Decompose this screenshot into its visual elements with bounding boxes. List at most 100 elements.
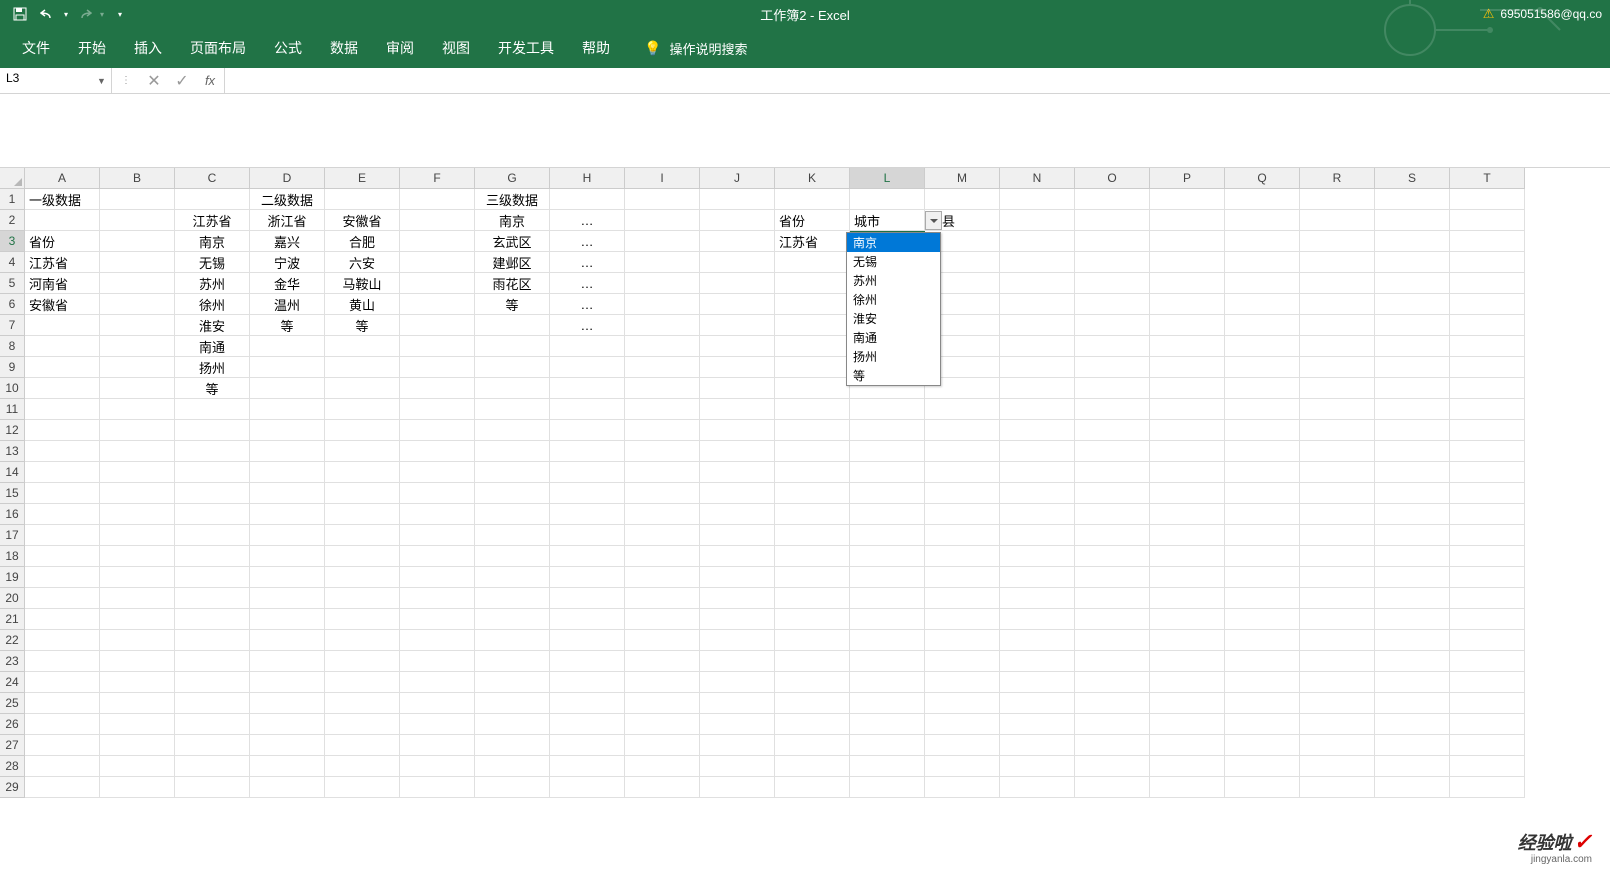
cell-Q16[interactable] bbox=[1225, 504, 1300, 525]
cell-O12[interactable] bbox=[1075, 420, 1150, 441]
cell-D13[interactable] bbox=[250, 441, 325, 462]
cell-S2[interactable] bbox=[1375, 210, 1450, 231]
column-header-S[interactable]: S bbox=[1375, 168, 1450, 189]
cell-J23[interactable] bbox=[700, 651, 775, 672]
cell-S10[interactable] bbox=[1375, 378, 1450, 399]
cell-C1[interactable] bbox=[175, 189, 250, 210]
row-header-21[interactable]: 21 bbox=[0, 609, 25, 630]
cell-K11[interactable] bbox=[775, 399, 850, 420]
row-header-18[interactable]: 18 bbox=[0, 546, 25, 567]
row-header-6[interactable]: 6 bbox=[0, 294, 25, 315]
cell-B27[interactable] bbox=[100, 735, 175, 756]
cell-O22[interactable] bbox=[1075, 630, 1150, 651]
cell-T5[interactable] bbox=[1450, 273, 1525, 294]
cell-S18[interactable] bbox=[1375, 546, 1450, 567]
cell-M15[interactable] bbox=[925, 483, 1000, 504]
cell-T15[interactable] bbox=[1450, 483, 1525, 504]
cell-C13[interactable] bbox=[175, 441, 250, 462]
cell-H29[interactable] bbox=[550, 777, 625, 798]
cell-F5[interactable] bbox=[400, 273, 475, 294]
cell-P24[interactable] bbox=[1150, 672, 1225, 693]
cell-D27[interactable] bbox=[250, 735, 325, 756]
row-header-2[interactable]: 2 bbox=[0, 210, 25, 231]
cell-E24[interactable] bbox=[325, 672, 400, 693]
cell-S12[interactable] bbox=[1375, 420, 1450, 441]
cell-T11[interactable] bbox=[1450, 399, 1525, 420]
cell-Q1[interactable] bbox=[1225, 189, 1300, 210]
cell-H3[interactable]: … bbox=[550, 231, 625, 252]
cell-Q7[interactable] bbox=[1225, 315, 1300, 336]
cell-D3[interactable]: 嘉兴 bbox=[250, 231, 325, 252]
cell-F9[interactable] bbox=[400, 357, 475, 378]
cell-K13[interactable] bbox=[775, 441, 850, 462]
row-header-5[interactable]: 5 bbox=[0, 273, 25, 294]
cell-L22[interactable] bbox=[850, 630, 925, 651]
cell-F14[interactable] bbox=[400, 462, 475, 483]
cell-T22[interactable] bbox=[1450, 630, 1525, 651]
cell-G22[interactable] bbox=[475, 630, 550, 651]
cell-S8[interactable] bbox=[1375, 336, 1450, 357]
cell-A8[interactable] bbox=[25, 336, 100, 357]
cell-P9[interactable] bbox=[1150, 357, 1225, 378]
column-header-G[interactable]: G bbox=[475, 168, 550, 189]
cell-I5[interactable] bbox=[625, 273, 700, 294]
cell-E12[interactable] bbox=[325, 420, 400, 441]
cell-J19[interactable] bbox=[700, 567, 775, 588]
cell-S5[interactable] bbox=[1375, 273, 1450, 294]
cell-Q18[interactable] bbox=[1225, 546, 1300, 567]
cell-C5[interactable]: 苏州 bbox=[175, 273, 250, 294]
cell-R18[interactable] bbox=[1300, 546, 1375, 567]
cell-G9[interactable] bbox=[475, 357, 550, 378]
cell-G24[interactable] bbox=[475, 672, 550, 693]
cell-O4[interactable] bbox=[1075, 252, 1150, 273]
cell-Q21[interactable] bbox=[1225, 609, 1300, 630]
cell-D7[interactable]: 等 bbox=[250, 315, 325, 336]
row-header-8[interactable]: 8 bbox=[0, 336, 25, 357]
cell-I19[interactable] bbox=[625, 567, 700, 588]
cell-R6[interactable] bbox=[1300, 294, 1375, 315]
cell-N19[interactable] bbox=[1000, 567, 1075, 588]
cell-E22[interactable] bbox=[325, 630, 400, 651]
cell-J9[interactable] bbox=[700, 357, 775, 378]
cell-D17[interactable] bbox=[250, 525, 325, 546]
cell-Q26[interactable] bbox=[1225, 714, 1300, 735]
qat-customize-icon[interactable]: ▾ bbox=[118, 10, 122, 19]
cell-G13[interactable] bbox=[475, 441, 550, 462]
cell-F3[interactable] bbox=[400, 231, 475, 252]
cell-R25[interactable] bbox=[1300, 693, 1375, 714]
cell-K1[interactable] bbox=[775, 189, 850, 210]
column-header-B[interactable]: B bbox=[100, 168, 175, 189]
cell-D20[interactable] bbox=[250, 588, 325, 609]
cell-P22[interactable] bbox=[1150, 630, 1225, 651]
cell-E7[interactable]: 等 bbox=[325, 315, 400, 336]
cell-S25[interactable] bbox=[1375, 693, 1450, 714]
cell-N15[interactable] bbox=[1000, 483, 1075, 504]
cell-C4[interactable]: 无锡 bbox=[175, 252, 250, 273]
cell-P19[interactable] bbox=[1150, 567, 1225, 588]
cell-R9[interactable] bbox=[1300, 357, 1375, 378]
cell-G5[interactable]: 雨花区 bbox=[475, 273, 550, 294]
cell-D8[interactable] bbox=[250, 336, 325, 357]
cell-K3[interactable]: 江苏省 bbox=[775, 231, 850, 252]
cell-E21[interactable] bbox=[325, 609, 400, 630]
row-header-28[interactable]: 28 bbox=[0, 756, 25, 777]
cell-D2[interactable]: 浙江省 bbox=[250, 210, 325, 231]
cell-K29[interactable] bbox=[775, 777, 850, 798]
cell-D9[interactable] bbox=[250, 357, 325, 378]
cell-G28[interactable] bbox=[475, 756, 550, 777]
cell-A17[interactable] bbox=[25, 525, 100, 546]
cell-M11[interactable] bbox=[925, 399, 1000, 420]
cell-Q17[interactable] bbox=[1225, 525, 1300, 546]
cell-N11[interactable] bbox=[1000, 399, 1075, 420]
cell-H10[interactable] bbox=[550, 378, 625, 399]
cell-C29[interactable] bbox=[175, 777, 250, 798]
cell-G15[interactable] bbox=[475, 483, 550, 504]
cell-F4[interactable] bbox=[400, 252, 475, 273]
cell-P12[interactable] bbox=[1150, 420, 1225, 441]
row-header-14[interactable]: 14 bbox=[0, 462, 25, 483]
cell-R28[interactable] bbox=[1300, 756, 1375, 777]
cell-S27[interactable] bbox=[1375, 735, 1450, 756]
cell-H24[interactable] bbox=[550, 672, 625, 693]
cell-L25[interactable] bbox=[850, 693, 925, 714]
cell-Q2[interactable] bbox=[1225, 210, 1300, 231]
